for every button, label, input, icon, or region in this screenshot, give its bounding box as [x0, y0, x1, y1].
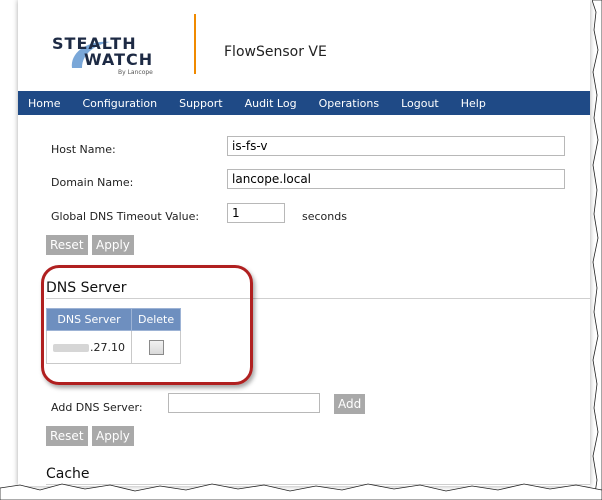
- dns-timeout-input[interactable]: 1: [227, 203, 285, 223]
- add-dns-server-label: Add DNS Server:: [51, 401, 143, 414]
- nav-item-audit-log[interactable]: Audit Log: [245, 97, 297, 110]
- dns-timeout-unit: seconds: [302, 210, 347, 223]
- add-dns-server-input[interactable]: [168, 393, 320, 413]
- nav-item-configuration[interactable]: Configuration: [82, 97, 157, 110]
- dns-reset-button[interactable]: Reset: [46, 426, 88, 446]
- add-dns-server-button[interactable]: Add: [334, 394, 366, 414]
- host-name-label: Host Name:: [51, 143, 116, 156]
- torn-edge-bottom: [0, 483, 602, 500]
- logo-line2: WATCH: [84, 50, 154, 69]
- apply-button[interactable]: Apply: [92, 235, 134, 255]
- nav-item-home[interactable]: Home: [28, 97, 60, 110]
- logo-subtitle: By Lancope: [118, 69, 153, 76]
- highlight-annotation: [41, 265, 253, 385]
- reset-button[interactable]: Reset: [46, 235, 88, 255]
- header: STEALTH WATCH By Lancope FlowSensor VE: [18, 0, 590, 86]
- host-name-input[interactable]: is-fs-v: [227, 136, 565, 156]
- nav-item-support[interactable]: Support: [179, 97, 222, 110]
- nav-item-help[interactable]: Help: [461, 97, 486, 110]
- dns-timeout-label: Global DNS Timeout Value:: [51, 210, 200, 223]
- domain-name-input[interactable]: lancope.local: [227, 169, 565, 189]
- app-window: STEALTH WATCH By Lancope FlowSensor VE H…: [18, 0, 590, 486]
- nav-bar: Home Configuration Support Audit Log Ope…: [18, 91, 590, 115]
- stealthwatch-logo: STEALTH WATCH By Lancope: [40, 20, 180, 78]
- dns-apply-button[interactable]: Apply: [92, 426, 134, 446]
- product-name: FlowSensor VE: [224, 44, 327, 60]
- nav-item-operations[interactable]: Operations: [319, 97, 379, 110]
- cache-section-title: Cache: [46, 466, 90, 482]
- nav-item-logout[interactable]: Logout: [401, 97, 439, 110]
- domain-name-label: Domain Name:: [51, 176, 134, 189]
- torn-edge-right: [592, 0, 602, 500]
- header-divider: [194, 14, 196, 74]
